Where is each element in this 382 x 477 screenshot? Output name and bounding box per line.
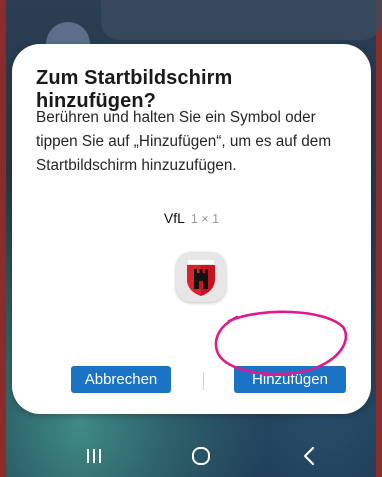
home-icon[interactable] bbox=[181, 441, 221, 471]
back-glyph-icon bbox=[303, 446, 315, 466]
recents-icon[interactable] bbox=[74, 441, 114, 471]
search-bar-behind bbox=[101, 0, 381, 40]
add-to-home-dialog: Zum Startbildschirm hinzufügen? Berühren… bbox=[12, 44, 371, 414]
widget-name: VfL bbox=[163, 210, 185, 226]
recents-glyph-icon bbox=[87, 449, 101, 463]
crest-shield-icon bbox=[187, 260, 215, 296]
navigation-bar bbox=[6, 435, 376, 477]
dialog-message: Berühren und halten Sie ein Symbol oder … bbox=[36, 109, 332, 174]
vfl-crest-icon[interactable] bbox=[176, 252, 226, 302]
back-icon[interactable] bbox=[289, 441, 329, 471]
button-divider bbox=[203, 372, 204, 390]
widget-label: VfL 1 × 1 bbox=[12, 210, 371, 226]
home-glyph-icon bbox=[192, 447, 210, 465]
widget-size: 1 × 1 bbox=[190, 212, 220, 226]
add-button[interactable]: Hinzufügen bbox=[234, 366, 346, 393]
cancel-button[interactable]: Abbrechen bbox=[71, 366, 171, 393]
